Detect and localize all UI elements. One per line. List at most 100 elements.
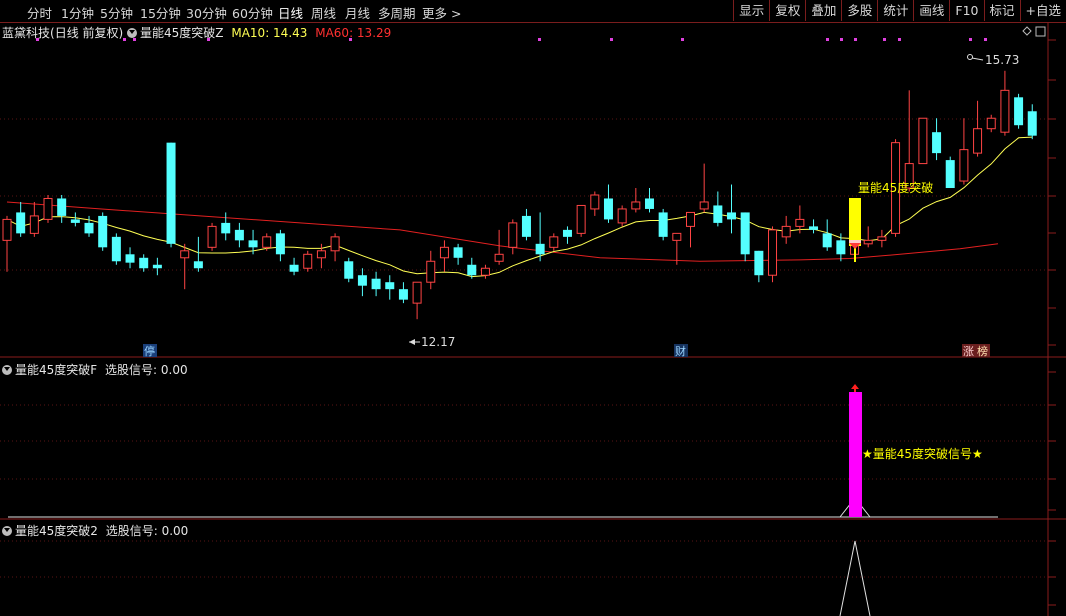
timeframe-tab-6[interactable]: 日线 xyxy=(278,3,303,22)
candle xyxy=(385,275,395,300)
timeframe-tab-7[interactable]: 周线 xyxy=(311,3,336,22)
signal-gem-top xyxy=(849,240,861,243)
candle xyxy=(973,100,983,157)
candle xyxy=(891,139,901,237)
candle-body xyxy=(330,236,340,252)
candle-body xyxy=(303,253,313,269)
candle-body xyxy=(275,233,285,255)
candle-body xyxy=(180,250,190,259)
high-annotation: 15.73 xyxy=(985,53,1019,67)
candle-body xyxy=(1000,89,1010,133)
candle-body xyxy=(973,128,983,154)
timeframe-tab-1[interactable]: 1分钟 xyxy=(61,3,94,22)
tool-button-1[interactable]: 复权 xyxy=(769,0,805,21)
candle-body xyxy=(754,250,764,276)
candle xyxy=(740,212,750,262)
high-marker xyxy=(967,54,973,60)
timeframe-tab-4[interactable]: 30分钟 xyxy=(186,3,227,22)
tool-button-5[interactable]: 画线 xyxy=(913,0,949,21)
candle xyxy=(686,211,695,248)
pane2-title[interactable]: 量能45度突破F xyxy=(15,363,97,377)
candle-body xyxy=(822,233,832,248)
candle xyxy=(412,281,422,320)
candle-body xyxy=(863,239,873,245)
candle xyxy=(699,163,709,213)
tool-button-8[interactable]: +自选 xyxy=(1019,0,1066,21)
candle xyxy=(508,219,518,255)
candle xyxy=(43,194,53,223)
candle xyxy=(576,204,586,237)
candle xyxy=(2,215,12,272)
candle-body xyxy=(603,198,613,220)
tool-button-3[interactable]: 多股 xyxy=(841,0,877,21)
event-badge xyxy=(674,344,688,357)
timeframe-tab-0[interactable]: 分时 xyxy=(27,3,52,22)
timeframe-tab-8[interactable]: 月线 xyxy=(345,3,370,22)
candle-body xyxy=(795,218,805,227)
signal-dot xyxy=(681,38,684,41)
candle-body xyxy=(152,264,162,269)
ma10-path xyxy=(6,136,1033,278)
candle xyxy=(603,184,613,223)
candle xyxy=(822,219,832,251)
ma10-value: MA10: 14.43 xyxy=(231,26,308,40)
candle-body xyxy=(2,218,12,241)
candle xyxy=(617,205,627,227)
candle xyxy=(303,250,313,272)
candle-body xyxy=(781,225,791,238)
candle xyxy=(727,184,737,234)
timeframe-tab-5[interactable]: 60分钟 xyxy=(232,3,273,22)
candle xyxy=(1000,70,1010,136)
candle xyxy=(521,208,531,241)
pane2-menu-icon[interactable] xyxy=(2,365,12,375)
timeframe-tab-10[interactable]: 更多 > xyxy=(422,3,461,22)
signal-dot xyxy=(854,38,857,41)
candle-body xyxy=(98,215,108,248)
event-badge-label: 涨 xyxy=(963,345,974,358)
candle xyxy=(918,117,928,165)
candle-body xyxy=(221,222,231,234)
candle-body xyxy=(644,198,654,209)
candle-body xyxy=(986,117,996,130)
signal-label: 量能45度突破 xyxy=(858,180,933,195)
timeframe-tab-2[interactable]: 5分钟 xyxy=(100,3,133,22)
candle-body xyxy=(426,260,436,283)
tool-button-0[interactable]: 显示 xyxy=(733,0,769,21)
candle-body xyxy=(945,160,955,189)
low-annotation: 12.17 xyxy=(421,335,455,349)
event-badge-label: 榜 xyxy=(977,344,988,358)
tool-button-4[interactable]: 统计 xyxy=(877,0,913,21)
tool-button-6[interactable]: F10 xyxy=(949,0,983,21)
candle xyxy=(754,250,764,283)
stock-name[interactable]: 蓝黛科技 xyxy=(2,26,50,40)
tool-button-7[interactable]: 标记 xyxy=(983,0,1020,21)
timeframe-tab-9[interactable]: 多周期 xyxy=(378,3,416,22)
tool-button-2[interactable]: 叠加 xyxy=(805,0,841,21)
candle-body xyxy=(549,236,559,248)
candle-body xyxy=(1027,111,1037,136)
candle xyxy=(330,233,340,262)
candle-body xyxy=(166,142,176,244)
candle-body xyxy=(207,225,217,248)
pane3-title[interactable]: 量能45度突破2 xyxy=(15,524,98,538)
candle xyxy=(904,90,914,192)
candle xyxy=(248,229,258,255)
event-badge xyxy=(143,344,157,357)
candle xyxy=(549,233,559,251)
pane3-menu-icon[interactable] xyxy=(2,526,12,536)
indicator-name[interactable]: 量能45度突破Z xyxy=(140,26,224,40)
timeframe-tab-3[interactable]: 15分钟 xyxy=(140,3,181,22)
candles xyxy=(2,70,1037,320)
candle xyxy=(535,212,545,262)
candle xyxy=(959,118,969,185)
signal-dot xyxy=(883,38,886,41)
pane3-spike xyxy=(839,540,871,616)
indicator-menu-icon[interactable] xyxy=(127,28,138,38)
candle-body xyxy=(809,226,819,230)
candle xyxy=(1014,93,1024,129)
candle-body xyxy=(904,163,914,189)
candle-body xyxy=(658,212,668,237)
candle-body xyxy=(699,201,709,210)
candle-body xyxy=(891,142,901,234)
candle-body xyxy=(57,198,67,216)
